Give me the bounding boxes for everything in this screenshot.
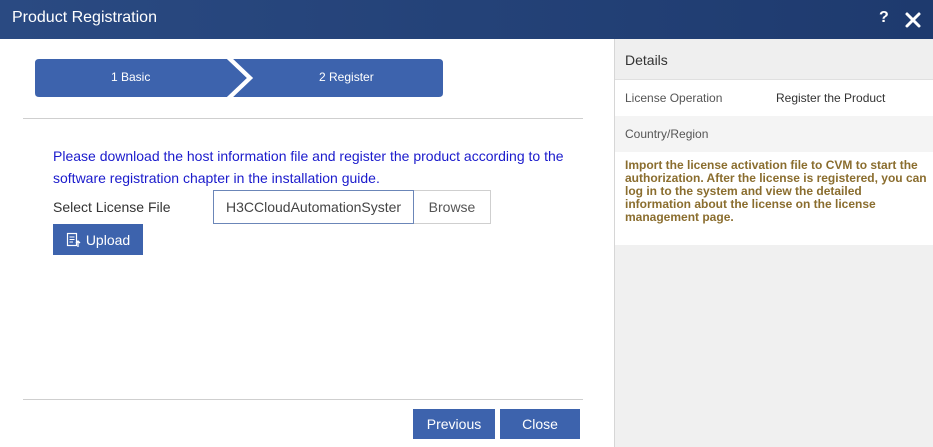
instruction-text: Please download the host information fil… [53, 148, 564, 186]
dialog-title: Product Registration [12, 9, 157, 26]
detail-row-license-operation: License Operation Register the Product [615, 80, 933, 116]
upload-button[interactable]: Upload [53, 224, 143, 255]
wizard-steps: 1 Basic 2 Register [35, 59, 443, 97]
details-title: Details [625, 52, 668, 68]
step-register[interactable]: 2 Register [319, 70, 374, 84]
bottom-divider [23, 399, 583, 400]
title-bar: Product Registration ? [0, 0, 933, 39]
help-icon[interactable]: ? [879, 9, 889, 27]
close-button[interactable]: Close [500, 409, 580, 439]
info-note-text: Import the license activation file to CV… [625, 158, 927, 224]
step-progress-bar [35, 59, 443, 97]
license-file-label: Select License File [53, 199, 171, 215]
browse-button[interactable]: Browse [414, 190, 491, 224]
upload-label: Upload [85, 231, 131, 248]
detail-value: Register the Product [776, 91, 886, 105]
detail-row-country-region: Country/Region [615, 116, 933, 152]
close-icon[interactable] [903, 10, 923, 30]
license-file-input[interactable] [213, 190, 414, 224]
details-panel: Details License Operation Register the P… [614, 39, 933, 447]
detail-key: License Operation [625, 91, 723, 105]
detail-key: Country/Region [625, 127, 709, 141]
top-divider [23, 118, 583, 119]
details-header: Details [615, 39, 933, 80]
upload-icon [66, 232, 81, 247]
info-note: Import the license activation file to CV… [615, 152, 933, 245]
main-panel: 1 Basic 2 Register Please download the h… [0, 39, 614, 447]
step-basic[interactable]: 1 Basic [111, 70, 150, 84]
previous-button[interactable]: Previous [413, 409, 495, 439]
